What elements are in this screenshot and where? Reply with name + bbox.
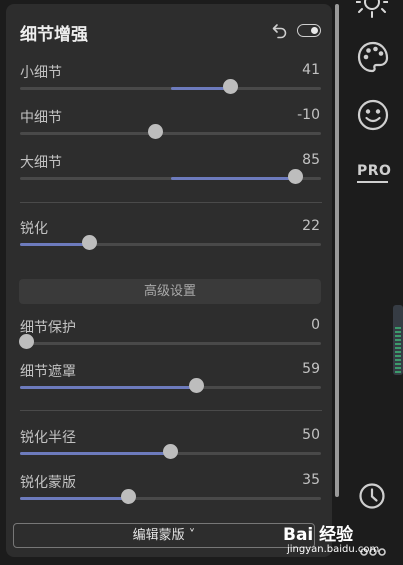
pro-label: PRO: [357, 163, 392, 179]
slider-fill: [20, 497, 129, 500]
slider-value: 50: [302, 427, 320, 443]
panel-scrollbar[interactable]: [335, 4, 339, 497]
slider-sharpen[interactable]: 锐化 22: [20, 218, 321, 258]
slider-track[interactable]: [20, 342, 321, 345]
slider-value: 35: [302, 472, 320, 488]
slider-value: 41: [302, 62, 320, 78]
slider-label: 中细节: [20, 110, 62, 126]
slider-large-detail[interactable]: 大细节 85: [20, 152, 321, 192]
slider-track[interactable]: [20, 132, 321, 135]
slider-fill: [20, 243, 90, 246]
slider-thumb[interactable]: [188, 378, 204, 393]
slider-thumb[interactable]: [147, 124, 163, 139]
slider-fill: [170, 87, 231, 90]
slider-thumb[interactable]: [18, 334, 34, 349]
slider-fill: [170, 177, 296, 180]
slider-thumb[interactable]: [223, 79, 239, 94]
slider-track[interactable]: [20, 386, 321, 389]
slider-value: 0: [311, 317, 320, 333]
slider-sharpen-mask[interactable]: 锐化蒙版 35: [20, 472, 321, 512]
slider-track[interactable]: [20, 87, 321, 90]
panel-title: 细节增强: [20, 25, 88, 45]
section-divider: [20, 410, 322, 411]
slider-label: 大细节: [20, 155, 62, 171]
slider-sharpen-radius[interactable]: 锐化半径 50: [20, 427, 321, 467]
slider-label: 锐化蒙版: [20, 475, 76, 491]
slider-track[interactable]: [20, 243, 321, 246]
palette-icon[interactable]: [357, 41, 389, 73]
enable-toggle[interactable]: [297, 24, 321, 37]
watermark-brand: Bai 经验: [283, 525, 354, 545]
slider-fill: [20, 386, 197, 389]
slider-track[interactable]: [20, 497, 321, 500]
edit-mask-button[interactable]: 编辑蒙版 ˅: [13, 523, 315, 548]
advanced-settings-button[interactable]: 高级设置: [19, 279, 321, 304]
pro-icon[interactable]: PRO: [356, 162, 392, 184]
baidu-jingyan-watermark: Bai 经验 jingyan.baidu.com: [283, 520, 403, 565]
slider-small-detail[interactable]: 小细节 41: [20, 62, 321, 102]
slider-label: 锐化: [20, 221, 48, 237]
history-clock-icon[interactable]: [358, 482, 386, 510]
slider-detail-protect[interactable]: 细节保护 0: [18, 317, 321, 357]
section-divider: [20, 202, 322, 203]
slider-label: 小细节: [20, 65, 62, 81]
slider-label: 锐化半径: [20, 430, 76, 446]
smiley-icon[interactable]: [357, 99, 389, 131]
level-meter: [393, 305, 403, 375]
slider-fill: [20, 452, 171, 455]
undo-icon[interactable]: [270, 20, 290, 40]
slider-track[interactable]: [20, 177, 321, 180]
sun-icon[interactable]: [356, 0, 388, 20]
slider-detail-mask[interactable]: 细节遮罩 59: [20, 361, 321, 401]
slider-value: 22: [302, 218, 320, 234]
slider-thumb[interactable]: [163, 444, 178, 459]
slider-thumb[interactable]: [120, 489, 136, 504]
slider-medium-detail[interactable]: 中细节 -10: [20, 107, 321, 147]
slider-value: 59: [302, 361, 320, 377]
slider-thumb[interactable]: [81, 235, 97, 250]
panel-header: 细节增强: [20, 20, 321, 45]
slider-value: -10: [297, 107, 320, 123]
slider-label: 细节遮罩: [20, 364, 76, 380]
toggle-knob: [311, 26, 318, 34]
slider-thumb[interactable]: [287, 169, 303, 184]
slider-value: 85: [302, 152, 320, 168]
level-meter-bars: [395, 327, 401, 373]
watermark-domain: jingyan.baidu.com: [287, 544, 380, 555]
detail-enhance-panel: 细节增强 小细节 41 中细节 -10 大细节 85 锐化 22 高级设置 细节…: [6, 4, 332, 557]
